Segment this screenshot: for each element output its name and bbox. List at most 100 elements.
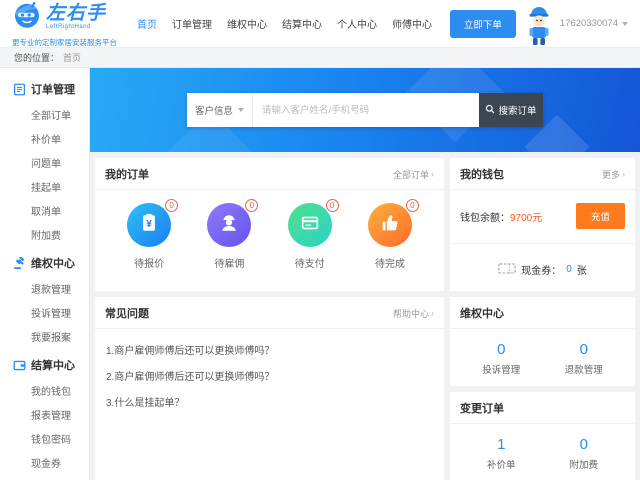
order-list-icon xyxy=(13,83,26,96)
account-phone-dropdown[interactable]: 17620330074 xyxy=(560,18,628,29)
breadcrumb-prefix: 您的位置： xyxy=(14,51,59,64)
status-label: 待支付 xyxy=(295,255,325,270)
status-label: 待完成 xyxy=(375,255,405,270)
status-pending-hire[interactable]: 0 待雇佣 xyxy=(207,203,251,270)
sidebar-item-all-orders[interactable]: 全部订单 xyxy=(13,102,89,126)
coupon-unit: 张 xyxy=(577,262,587,277)
sidebar-section-label: 结算中心 xyxy=(31,357,75,373)
my-orders-card: 我的订单 全部订单 › ¥ 0 xyxy=(95,158,444,291)
sidebar-item-supplement-orders[interactable]: 补价单 xyxy=(13,126,89,150)
help-center-link[interactable]: 帮助中心 › xyxy=(393,307,434,320)
sidebar-item-problem-orders[interactable]: 问题单 xyxy=(13,150,89,174)
faq-question[interactable]: 3.什么是挂起单？ xyxy=(106,388,433,414)
sidebar-item-file-report[interactable]: 我要报案 xyxy=(13,324,89,348)
status-badge: 0 xyxy=(326,199,339,212)
faq-question[interactable]: 1.商户雇佣师傅后还可以更换师傅吗？ xyxy=(106,336,433,362)
stat-label: 投诉管理 xyxy=(482,362,520,376)
phone-number: 17620330074 xyxy=(560,18,618,29)
sidebar-section-label: 维权中心 xyxy=(31,255,75,271)
sidebar-item-compensation-fund[interactable]: 赔付金 xyxy=(13,474,89,480)
search-banner: 客户信息 搜索订单 xyxy=(90,68,640,152)
stat-refund-management[interactable]: 0 退款管理 xyxy=(565,341,603,376)
recharge-button[interactable]: 充值 xyxy=(576,203,625,229)
stat-extra-fees[interactable]: 0 附加费 xyxy=(569,436,598,471)
status-badge: 0 xyxy=(406,199,419,212)
coupon-label: 现金券： xyxy=(521,262,561,277)
worker-icon xyxy=(218,212,240,239)
stat-label: 附加费 xyxy=(569,457,598,471)
faq-question[interactable]: 2.商户雇佣师傅后还可以更换师傅吗？ xyxy=(106,362,433,388)
search-input[interactable] xyxy=(253,93,479,127)
nav-personal-center[interactable]: 个人中心 xyxy=(337,16,377,31)
chevron-right-icon: › xyxy=(431,308,434,318)
nav-rights-center[interactable]: 维权中心 xyxy=(227,16,267,31)
search-button-label: 搜索订单 xyxy=(498,103,536,117)
nav-order-management[interactable]: 订单管理 xyxy=(172,16,212,31)
status-pending-completion[interactable]: 0 待完成 xyxy=(368,203,412,270)
help-center-link-label: 帮助中心 xyxy=(393,307,429,320)
stat-value: 0 xyxy=(569,436,598,453)
stat-value: 0 xyxy=(565,341,603,358)
sidebar-section-rights-center[interactable]: 维权中心 xyxy=(13,246,89,276)
thumbs-up-icon xyxy=(379,212,401,239)
logo-mascot-icon xyxy=(12,0,42,35)
chevron-right-icon: › xyxy=(431,169,434,179)
nav-settlement-center[interactable]: 结算中心 xyxy=(282,16,322,31)
worker-mascot-icon xyxy=(526,2,552,46)
ticket-icon xyxy=(498,263,516,277)
stat-value: 1 xyxy=(487,436,516,453)
order-now-button[interactable]: 立即下单 xyxy=(450,10,516,38)
svg-text:¥: ¥ xyxy=(146,219,152,230)
sidebar-item-cash-coupons[interactable]: 现金券 xyxy=(13,450,89,474)
wallet-balance-label: 钱包余额： xyxy=(460,213,510,224)
nav-master-center[interactable]: 师傅中心 xyxy=(392,16,432,31)
nav-home[interactable]: 首页 xyxy=(137,16,157,31)
logo-tagline: 更专业的定制家居安装服务平台 xyxy=(12,37,117,48)
sidebar-item-cancelled-orders[interactable]: 取消单 xyxy=(13,198,89,222)
sidebar-item-complaint-management[interactable]: 投诉管理 xyxy=(13,300,89,324)
app-header: 左右手 LeftRightHand 更专业的定制家居安装服务平台 首页 订单管理… xyxy=(0,0,640,48)
stat-complaint-management[interactable]: 0 投诉管理 xyxy=(482,341,520,376)
chevron-down-icon xyxy=(238,108,244,112)
status-badge: 0 xyxy=(165,199,178,212)
my-wallet-card: 我的钱包 更多 › 钱包余额：9700元 充值 xyxy=(450,158,635,291)
search-button[interactable]: 搜索订单 xyxy=(479,93,543,127)
breadcrumb: 您的位置： 首页 xyxy=(0,48,640,68)
sidebar-item-extra-fees[interactable]: 附加费 xyxy=(13,222,89,246)
stat-label: 补价单 xyxy=(487,457,516,471)
all-orders-link[interactable]: 全部订单 › xyxy=(393,168,434,181)
logo[interactable]: 左右手 LeftRightHand 更专业的定制家居安装服务平台 xyxy=(12,0,117,48)
wallet-more-link-label: 更多 xyxy=(602,168,620,181)
chevron-right-icon: › xyxy=(622,169,625,179)
wallet-more-link[interactable]: 更多 › xyxy=(602,168,625,181)
status-pending-payment[interactable]: 0 待支付 xyxy=(288,203,332,270)
sidebar-section-order-management[interactable]: 订单管理 xyxy=(13,72,89,102)
cash-coupon-row[interactable]: 现金券：0张 xyxy=(450,244,635,295)
quote-clipboard-icon: ¥ xyxy=(138,212,160,239)
main-content: 客户信息 搜索订单 我的订单 全部 xyxy=(90,68,640,480)
sidebar-section-label: 订单管理 xyxy=(31,81,75,97)
all-orders-link-label: 全部订单 xyxy=(393,168,429,181)
sidebar-section-settlement-center[interactable]: 结算中心 xyxy=(13,348,89,378)
status-pending-quote[interactable]: ¥ 0 待报价 xyxy=(127,203,171,270)
change-orders-title: 变更订单 xyxy=(460,400,504,416)
logo-subtitle: LeftRightHand xyxy=(46,24,106,30)
faq-title: 常见问题 xyxy=(105,305,149,321)
sidebar-item-wallet-password[interactable]: 钱包密码 xyxy=(13,426,89,450)
breadcrumb-current[interactable]: 首页 xyxy=(63,51,81,64)
search-filter-dropdown[interactable]: 客户信息 xyxy=(187,93,253,127)
wallet-balance: 钱包余额：9700元 xyxy=(460,209,542,224)
sidebar-item-report-management[interactable]: 报表管理 xyxy=(13,402,89,426)
main-nav: 首页 订单管理 维权中心 结算中心 个人中心 师傅中心 xyxy=(137,16,432,31)
sidebar-item-suspended-orders[interactable]: 挂起单 xyxy=(13,174,89,198)
stat-supplement-orders[interactable]: 1 补价单 xyxy=(487,436,516,471)
status-label: 待报价 xyxy=(134,255,164,270)
sidebar-item-refund-management[interactable]: 退款管理 xyxy=(13,276,89,300)
search-icon xyxy=(485,104,495,117)
search-bar: 客户信息 搜索订单 xyxy=(187,93,543,127)
wallet-title: 我的钱包 xyxy=(460,166,504,182)
my-orders-title: 我的订单 xyxy=(105,166,149,182)
chevron-down-icon xyxy=(622,22,628,26)
sidebar-item-my-wallet[interactable]: 我的钱包 xyxy=(13,378,89,402)
stat-label: 退款管理 xyxy=(565,362,603,376)
